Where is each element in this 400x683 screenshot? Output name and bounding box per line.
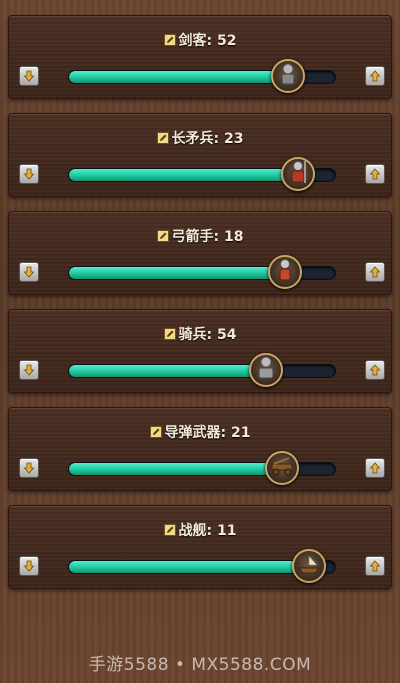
edit-icon[interactable]	[156, 229, 172, 245]
decrease-button[interactable]	[19, 66, 39, 86]
unit-panel: 长矛兵: 23	[8, 113, 392, 197]
decrease-button[interactable]	[19, 458, 39, 478]
arrow-up-icon	[369, 263, 381, 282]
increase-button[interactable]	[365, 66, 385, 86]
warship-icon	[296, 552, 322, 580]
slider-fill	[69, 365, 266, 377]
spearman-icon	[287, 160, 309, 188]
increase-button[interactable]	[365, 360, 385, 380]
arrow-down-icon	[23, 361, 35, 380]
unit-label: 剑客: 52	[178, 33, 237, 49]
slider-handle[interactable]	[265, 451, 300, 485]
slider-handle[interactable]	[270, 59, 305, 93]
unit-label: 弓箭手: 18	[171, 229, 244, 245]
arrow-down-icon	[23, 165, 35, 184]
arrow-up-icon	[369, 67, 381, 86]
edit-icon[interactable]	[163, 33, 179, 49]
unit-title: 长矛兵: 23	[9, 128, 391, 148]
watermark: 手游5588 • MX5588.COM	[88, 655, 312, 675]
unit-title: 战舰: 11	[9, 520, 391, 540]
unit-title: 骑兵: 54	[9, 324, 391, 344]
unit-panel: 骑兵: 54	[8, 309, 392, 393]
decrease-button[interactable]	[19, 360, 39, 380]
unit-title: 导弹武器: 21	[9, 422, 391, 442]
cavalry-icon	[255, 356, 277, 384]
edit-icon[interactable]	[163, 327, 179, 343]
decrease-button[interactable]	[19, 164, 39, 184]
unit-panel: 弓箭手: 18	[8, 211, 392, 295]
edit-icon[interactable]	[163, 523, 179, 539]
unit-label: 长矛兵: 23	[171, 131, 244, 147]
arrow-up-icon	[369, 459, 381, 478]
unit-label: 导弹武器: 21	[164, 425, 251, 441]
slider-fill	[69, 169, 298, 181]
slider-fill	[69, 267, 285, 279]
increase-button[interactable]	[365, 458, 385, 478]
unit-panel: 剑客: 52	[8, 15, 392, 99]
archer-icon	[274, 258, 296, 286]
arrow-up-icon	[369, 165, 381, 184]
arrow-down-icon	[23, 67, 35, 86]
slider-fill	[69, 71, 288, 83]
unit-panel: 战舰: 11	[8, 505, 392, 589]
unit-label: 骑兵: 54	[178, 327, 237, 343]
slider-handle[interactable]	[281, 157, 316, 191]
decrease-button[interactable]	[19, 556, 39, 576]
swordsman-icon	[277, 62, 299, 90]
slider-track[interactable]	[68, 364, 336, 378]
arrow-down-icon	[23, 557, 35, 576]
increase-button[interactable]	[365, 556, 385, 576]
siege-weapon-icon	[269, 455, 295, 481]
arrow-up-icon	[369, 361, 381, 380]
slider-handle[interactable]	[268, 255, 303, 289]
increase-button[interactable]	[365, 262, 385, 282]
slider-handle[interactable]	[249, 353, 284, 387]
arrow-down-icon	[23, 459, 35, 478]
decrease-button[interactable]	[19, 262, 39, 282]
increase-button[interactable]	[365, 164, 385, 184]
unit-label: 战舰: 11	[178, 523, 237, 539]
edit-icon[interactable]	[156, 131, 172, 147]
edit-icon[interactable]	[149, 425, 165, 441]
unit-panel: 导弹武器: 21	[8, 407, 392, 491]
slider-fill	[69, 463, 282, 475]
slider-fill	[69, 561, 309, 573]
arrow-down-icon	[23, 263, 35, 282]
arrow-up-icon	[369, 557, 381, 576]
unit-title: 剑客: 52	[9, 30, 391, 50]
unit-title: 弓箭手: 18	[9, 226, 391, 246]
slider-handle[interactable]	[292, 549, 327, 583]
